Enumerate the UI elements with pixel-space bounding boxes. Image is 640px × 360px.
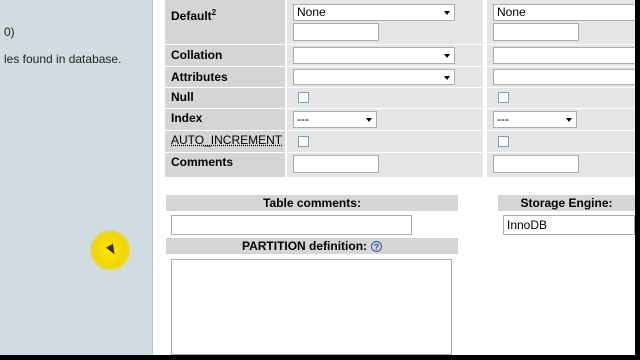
comments-cell-1 xyxy=(287,153,483,177)
comments-input-2[interactable] xyxy=(493,155,579,173)
table-comments-input[interactable] xyxy=(171,215,412,235)
row-attributes: Attributes xyxy=(165,67,635,87)
sidebar-status-text: les found in database. xyxy=(4,52,122,66)
attributes-cell-1 xyxy=(287,67,483,87)
storage-engine-header: Storage Engine: xyxy=(498,195,635,211)
attributes-label: Attributes xyxy=(165,67,285,87)
null-cell-1 xyxy=(287,88,483,108)
chevron-down-icon xyxy=(566,118,572,122)
null-label: Null xyxy=(165,88,285,108)
default-cell-1: None xyxy=(287,0,483,44)
chevron-down-icon xyxy=(444,76,450,80)
storage-engine-select[interactable]: InnoDB xyxy=(503,215,635,235)
attributes-select-2[interactable] xyxy=(493,69,635,85)
null-checkbox-2[interactable] xyxy=(498,92,509,103)
row-index: Index --- --- xyxy=(165,109,635,130)
default-footnote: 2 xyxy=(211,8,217,17)
row-default: Default2 None None xyxy=(165,0,635,44)
default-select-2[interactable]: None xyxy=(493,4,635,21)
collation-cell-1 xyxy=(287,45,483,66)
screen: 0) les found in database. Default2 None … xyxy=(0,0,635,355)
row-collation: Collation xyxy=(165,45,635,66)
attributes-select-1[interactable] xyxy=(293,69,455,85)
attributes-cell-2 xyxy=(487,67,635,87)
index-cell-1: --- xyxy=(287,109,483,130)
column-form: Default2 None None Collation Attributes … xyxy=(165,0,635,355)
row-auto-increment: AUTO_INCREMENT xyxy=(165,131,635,152)
partition-definition-textarea[interactable] xyxy=(171,259,452,355)
auto-increment-label: AUTO_INCREMENT xyxy=(165,131,285,152)
index-label: Index xyxy=(165,109,285,130)
comments-label: Comments xyxy=(165,153,285,177)
default-select-1[interactable]: None xyxy=(293,4,455,21)
auto-increment-cell-1 xyxy=(287,131,483,152)
collation-label: Collation xyxy=(165,45,285,66)
index-cell-2: --- xyxy=(487,109,635,130)
comments-cell-2 xyxy=(487,153,635,177)
collation-select-1[interactable] xyxy=(293,47,455,64)
row-comments: Comments xyxy=(165,153,635,177)
chevron-down-icon xyxy=(366,118,372,122)
sidebar: 0) les found in database. xyxy=(0,0,153,355)
null-checkbox-1[interactable] xyxy=(298,92,309,103)
collation-select-2[interactable] xyxy=(493,47,635,64)
auto-increment-checkbox-1[interactable] xyxy=(298,136,309,147)
index-select-1[interactable]: --- xyxy=(293,111,377,128)
null-cell-2 xyxy=(487,88,635,108)
chevron-down-icon xyxy=(444,54,450,58)
default-value-input-1[interactable] xyxy=(293,23,379,41)
index-select-2[interactable]: --- xyxy=(493,111,577,128)
help-icon[interactable]: ? xyxy=(371,241,383,253)
row-null: Null xyxy=(165,88,635,108)
sidebar-text-line: 0) xyxy=(4,25,15,39)
auto-increment-checkbox-2[interactable] xyxy=(498,136,509,147)
auto-increment-cell-2 xyxy=(487,131,635,152)
comments-input-1[interactable] xyxy=(293,155,379,173)
default-label: Default2 xyxy=(165,0,285,44)
collation-cell-2 xyxy=(487,45,635,66)
table-comments-header: Table comments: xyxy=(166,195,458,211)
chevron-down-icon xyxy=(444,11,450,15)
default-cell-2: None xyxy=(487,0,635,44)
partition-definition-header: PARTITION definition:? xyxy=(166,238,458,254)
default-value-input-2[interactable] xyxy=(493,23,579,41)
